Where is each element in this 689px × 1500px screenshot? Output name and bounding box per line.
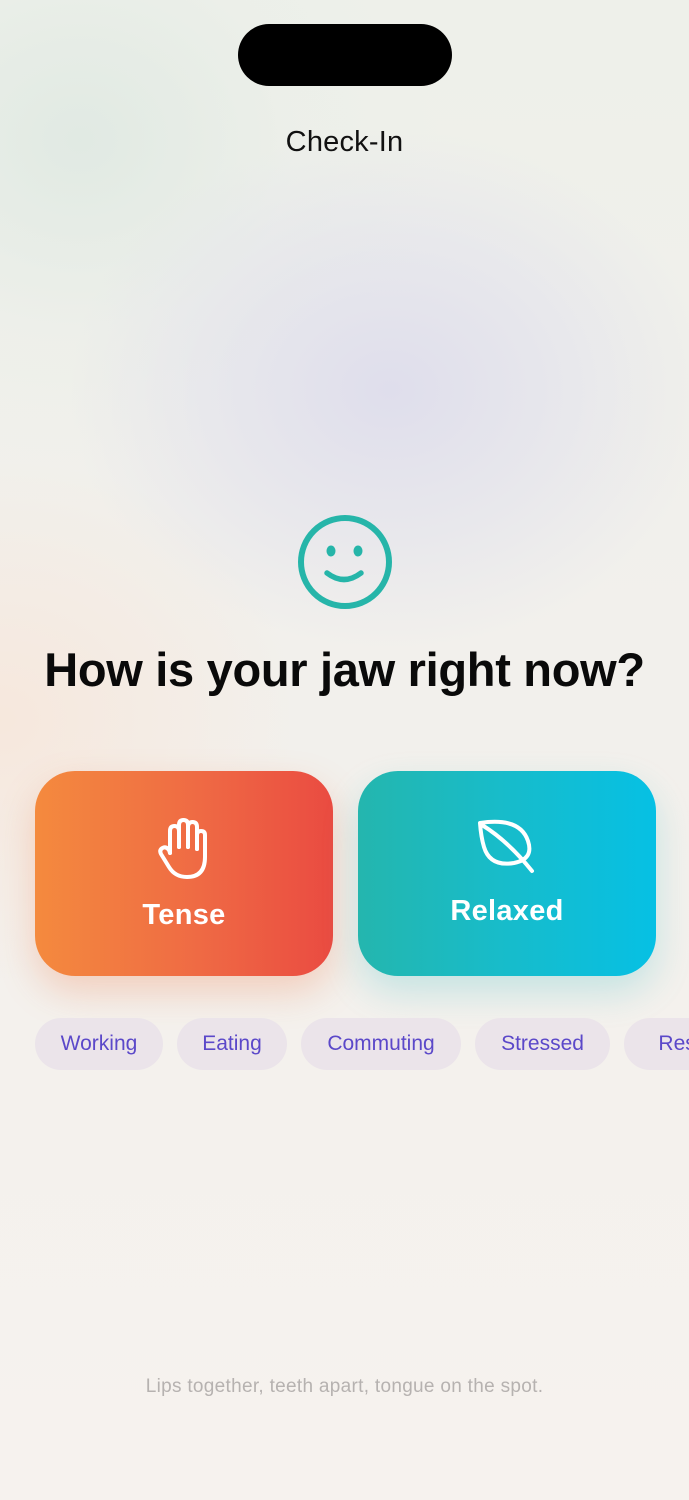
smiley-face-icon xyxy=(298,515,392,609)
background xyxy=(0,0,689,1500)
technique-hint: Lips together, teeth apart, tongue on th… xyxy=(145,1376,544,1397)
raised-hand-icon xyxy=(158,818,207,879)
context-tags-row[interactable]: Working Eating Commuting Stressed Rest xyxy=(0,1018,689,1070)
tag-working[interactable]: Working xyxy=(35,1018,163,1070)
tag-commuting[interactable]: Commuting xyxy=(301,1018,461,1070)
tag-stressed[interactable]: Stressed xyxy=(475,1018,610,1070)
check-in-question: How is your jaw right now? xyxy=(44,643,645,696)
tense-button[interactable]: Tense xyxy=(35,771,333,976)
page-title: Check-In xyxy=(285,126,404,158)
dynamic-island xyxy=(238,24,452,86)
tag-rest[interactable]: Rest xyxy=(624,1018,689,1070)
tense-button-label: Tense xyxy=(142,899,226,931)
relaxed-button-label: Relaxed xyxy=(450,895,564,927)
relaxed-button[interactable]: Relaxed xyxy=(358,771,656,976)
leaf-icon xyxy=(478,819,534,873)
tag-eating[interactable]: Eating xyxy=(177,1018,287,1070)
